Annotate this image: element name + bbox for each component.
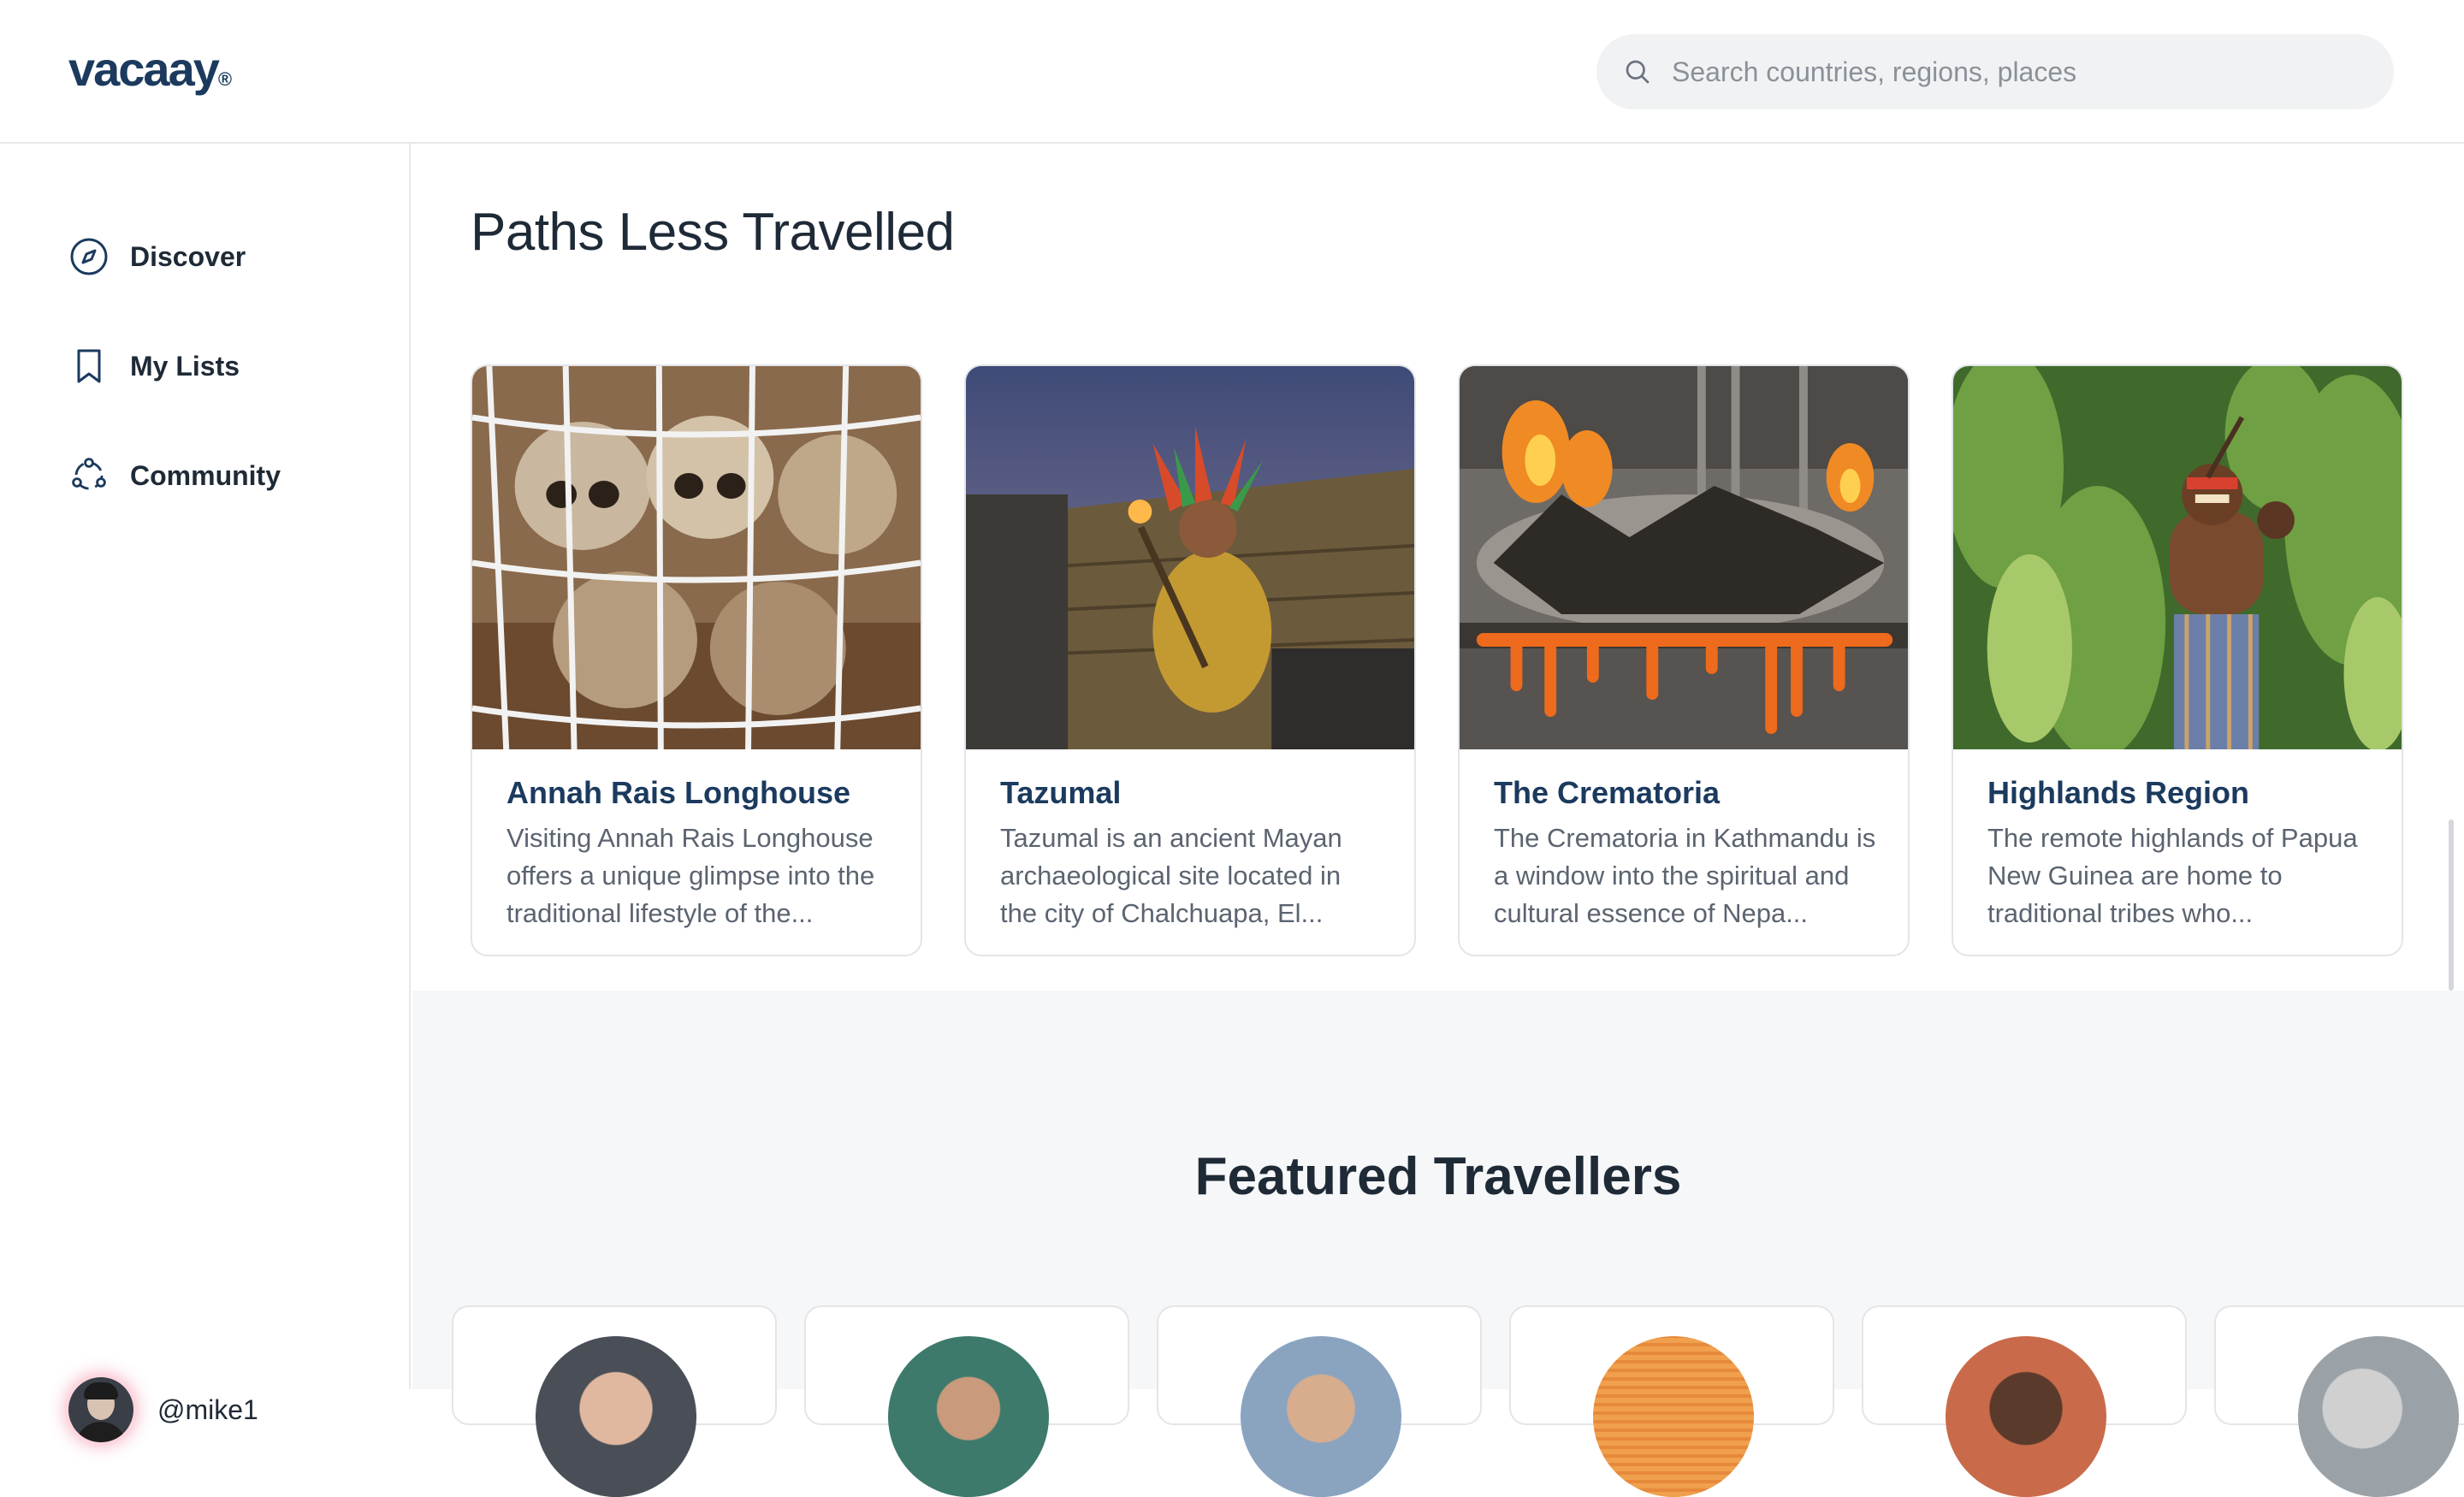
traveller-card[interactable]	[1157, 1305, 1482, 1497]
community-icon	[72, 458, 106, 490]
card-description: Tazumal is an ancient Mayan archaeologic…	[1000, 823, 1342, 928]
sidebar: Discover My Lists Community @mike1	[0, 144, 411, 1442]
sidebar-item-label: Community	[130, 459, 281, 491]
traveller-avatar	[1946, 1336, 2106, 1497]
section-title-featured: Featured Travellers	[1194, 1147, 1682, 1206]
destination-card[interactable]: Highlands Region The remote highlands of…	[1952, 364, 2403, 956]
card-title: Annah Rais Longhouse	[506, 775, 851, 810]
card-body: Annah Rais Longhouse Visiting Annah Rais…	[506, 775, 890, 932]
avatar[interactable]	[68, 1377, 133, 1442]
destination-image	[1953, 366, 2402, 749]
traveller-card[interactable]	[2214, 1305, 2464, 1497]
card-title: The Crematoria	[1494, 775, 1721, 810]
card-description: Visiting Annah Rais Longhouse offers a u…	[506, 823, 875, 928]
traveller-card[interactable]	[804, 1305, 1129, 1497]
sidebar-item-discover[interactable]: Discover	[68, 233, 246, 281]
destination-card[interactable]: The Crematoria The Crematoria in Kathman…	[1458, 364, 1910, 956]
card-description: The remote highlands of Papua New Guinea…	[1987, 823, 2358, 928]
compass-icon	[70, 238, 108, 275]
card-body: Tazumal Tazumal is an ancient Mayan arch…	[1000, 775, 1383, 932]
sidebar-item-community[interactable]: Community	[68, 452, 281, 500]
destination-card[interactable]: Tazumal Tazumal is an ancient Mayan arch…	[964, 364, 1416, 956]
traveller-avatar	[888, 1336, 1049, 1497]
destination-card[interactable]: Annah Rais Longhouse Visiting Annah Rais…	[471, 364, 922, 956]
traveller-avatar	[1593, 1336, 1754, 1497]
card-title: Tazumal	[1000, 775, 1122, 810]
traveller-avatar	[1241, 1336, 1401, 1497]
destination-image	[966, 366, 1414, 749]
section-title-paths: Paths Less Travelled	[471, 203, 955, 262]
logo-text: vacaay	[68, 42, 220, 96]
card-description: The Crematoria in Kathmandu is a window …	[1494, 823, 1876, 928]
card-body: The Crematoria The Crematoria in Kathman…	[1494, 775, 1877, 932]
sidebar-item-label: Discover	[130, 240, 246, 272]
search-bar[interactable]	[1596, 34, 2394, 109]
traveller-card[interactable]	[1509, 1305, 1834, 1497]
traveller-avatar	[2298, 1336, 2459, 1497]
card-title: Highlands Region	[1987, 775, 2249, 810]
vacaay-logo[interactable]: vacaay®	[68, 41, 232, 97]
traveller-card[interactable]	[452, 1305, 777, 1497]
card-body: Highlands Region The remote highlands of…	[1987, 775, 2371, 932]
search-input[interactable]	[1670, 55, 2375, 89]
destination-image	[1460, 366, 1908, 749]
destination-image	[472, 366, 921, 749]
page-scrollbar[interactable]	[2449, 820, 2454, 991]
top-header: vacaay®	[0, 0, 2464, 144]
sidebar-item-my-lists[interactable]: My Lists	[68, 342, 240, 390]
user-handle: @mike1	[157, 1393, 258, 1425]
user-profile[interactable]: @mike1	[68, 1377, 258, 1442]
bookmark-icon	[77, 349, 101, 383]
search-icon	[1626, 60, 1650, 84]
traveller-card[interactable]	[1862, 1305, 2187, 1497]
traveller-avatar	[536, 1336, 696, 1497]
logo-mark: ®	[217, 68, 232, 90]
sidebar-item-label: My Lists	[130, 350, 240, 382]
